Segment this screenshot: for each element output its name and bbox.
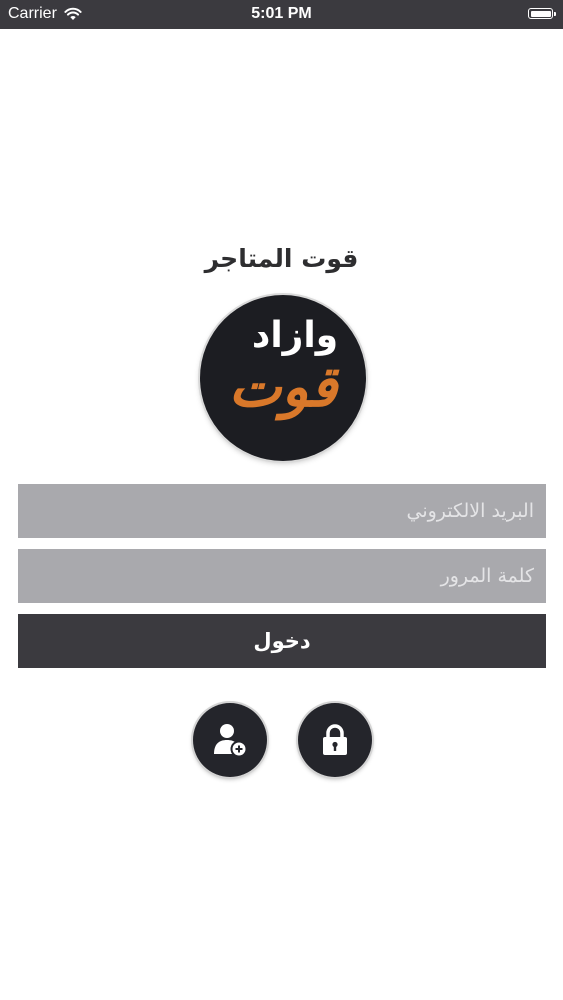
- store-logo: وازاد قوت: [200, 295, 366, 461]
- lock-icon: [323, 724, 347, 755]
- logo-text-top: وازاد: [251, 315, 339, 356]
- status-time: 5:01 PM: [251, 5, 312, 22]
- forgot-password-button[interactable]: [298, 703, 372, 777]
- logo-text-bottom: قوت: [228, 355, 338, 420]
- store-title: قوت المتاجر: [204, 244, 359, 273]
- password-field[interactable]: [18, 549, 546, 603]
- login-button[interactable]: دخول: [18, 614, 546, 668]
- battery-icon: [528, 8, 556, 19]
- email-field[interactable]: [18, 484, 546, 538]
- status-bar: Carrier 5:01 PM: [0, 0, 563, 29]
- add-user-icon: [214, 724, 248, 758]
- register-button[interactable]: [193, 703, 267, 777]
